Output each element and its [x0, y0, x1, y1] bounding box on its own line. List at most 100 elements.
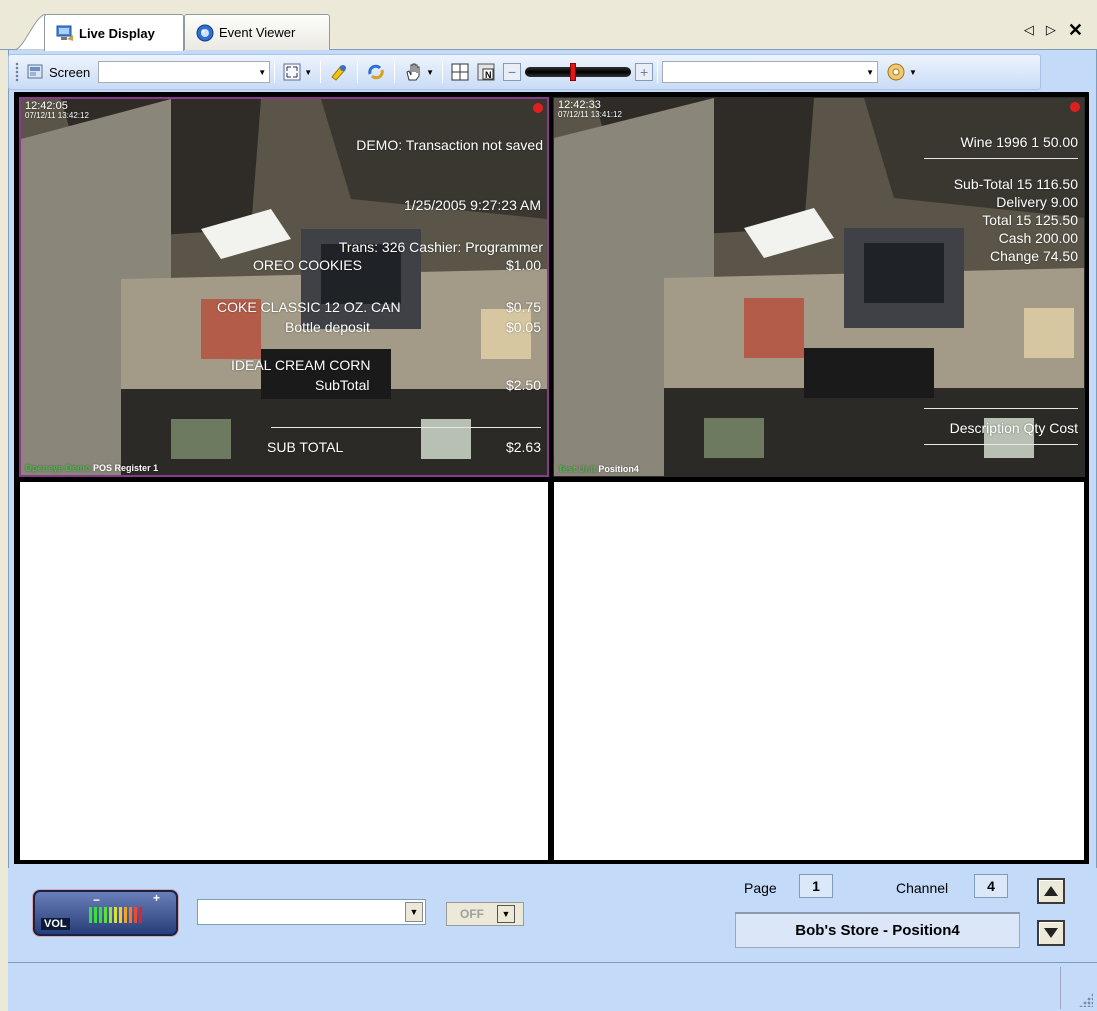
toolbar-separator — [274, 61, 276, 83]
tab-slope — [14, 14, 46, 50]
audio-off-value: OFF — [460, 907, 484, 921]
tab-controls: ◁ ▷ ✕ — [1024, 21, 1083, 39]
volume-label: VOL — [41, 918, 70, 930]
tab-close-icon[interactable]: ✕ — [1068, 21, 1083, 39]
n-layout-icon: N — [477, 63, 495, 81]
camera-date: 07/12/11 13:42:12 — [25, 111, 89, 120]
fullscreen-icon — [283, 63, 301, 81]
tab-live-display-label: Live Display — [79, 25, 155, 41]
pos-overlay-line: IDEAL CREAM CORN — [231, 357, 371, 373]
disc-button[interactable]: ▼ — [882, 59, 921, 85]
camera-name: POS Register 1 — [93, 463, 159, 473]
screen-label: Screen — [49, 64, 91, 80]
camera-cell-2[interactable]: 12:42:33 07/12/11 13:41:12 Wine 1996 1 5… — [553, 97, 1085, 477]
fullscreen-button[interactable]: ▼ — [279, 59, 316, 85]
pos-overlay-amount: $0.05 — [505, 319, 541, 335]
pos-overlay-line: SubTotal — [315, 377, 370, 393]
toolbar-separator — [394, 61, 396, 83]
chevron-down-icon: ▼ — [304, 67, 313, 77]
toolbar-grip[interactable] — [15, 62, 19, 82]
pos-overlay-line: Delivery 9.00 — [996, 194, 1078, 210]
camera-site-name: Test Unit — [558, 464, 596, 474]
pos-overlay-rule — [924, 158, 1078, 159]
channel-number: 4 — [974, 874, 1008, 898]
chevron-down-icon: ▼ — [497, 905, 515, 923]
channel-label: Channel — [896, 880, 949, 896]
hand-icon — [406, 63, 420, 81]
screen-select[interactable]: ▼ — [98, 61, 271, 83]
pos-overlay-rule — [924, 444, 1078, 445]
status-bar — [8, 962, 1097, 1011]
page-down-button[interactable] — [1037, 920, 1065, 946]
n-layout-button[interactable]: N — [473, 59, 499, 85]
pos-overlay-amount: $1.00 — [505, 257, 541, 273]
toolbar-separator — [320, 61, 322, 83]
record-indicator-icon — [1070, 102, 1080, 112]
quad-layout-button[interactable] — [447, 59, 473, 85]
event-viewer-icon — [196, 24, 214, 41]
tab-prev-icon[interactable]: ◁ — [1024, 22, 1034, 38]
pos-overlay-rule — [271, 427, 541, 428]
refresh-icon — [368, 64, 384, 80]
volume-level-meter — [89, 907, 142, 923]
pos-overlay-amount: $2.63 — [505, 439, 541, 455]
tab-next-icon[interactable]: ▷ — [1046, 22, 1056, 38]
camera-feed-image — [21, 99, 547, 475]
zoom-out-button[interactable]: − — [503, 63, 522, 81]
pos-overlay-line: SUB TOTAL — [267, 439, 344, 455]
camera-cell-1[interactable]: 12:42:05 07/12/11 13:42:12 DEMO: Transac… — [19, 97, 549, 477]
quad-layout-icon — [451, 63, 469, 81]
live-display-icon — [56, 25, 73, 41]
zoom-slider[interactable] — [525, 63, 632, 81]
toolbar: Screen ▼ ▼ ▼ N − + ▼ ▼ — [8, 54, 1041, 90]
pos-overlay-line: Bottle deposit — [285, 319, 370, 335]
disc-icon — [887, 63, 905, 81]
tab-event-viewer[interactable]: Event Viewer — [184, 14, 330, 50]
pos-overlay-line: 1/25/2005 9:27:23 AM — [404, 197, 541, 213]
chevron-down-icon: ▼ — [258, 67, 267, 77]
pos-overlay-line: Cash 200.00 — [998, 230, 1078, 246]
chevron-down-icon: ▼ — [405, 902, 423, 922]
pos-overlay-line: Total 15 125.50 — [982, 212, 1078, 228]
record-indicator-icon — [533, 103, 543, 113]
tab-live-display[interactable]: Live Display — [44, 14, 184, 51]
camera-cell-4[interactable] — [553, 481, 1085, 861]
camera-site-name: Openeye Demo — [25, 463, 91, 473]
arrow-down-icon — [1044, 928, 1058, 938]
volume-plus-icon: + — [153, 891, 161, 905]
camera-cell-3[interactable] — [19, 481, 549, 861]
hand-button[interactable]: ▼ — [399, 59, 438, 85]
volume-minus-icon: − — [93, 893, 101, 907]
refresh-button[interactable] — [362, 59, 390, 85]
volume-control[interactable]: − + VOL — [33, 890, 178, 936]
pos-overlay-amount: $0.75 — [505, 299, 541, 315]
screen-button[interactable]: Screen — [23, 59, 94, 85]
pos-overlay-line: COKE CLASSIC 12 OZ. CAN — [217, 299, 401, 315]
camera-select[interactable]: ▼ — [662, 61, 879, 83]
store-position-label: Bob's Store - Position4 — [735, 912, 1020, 948]
arrow-up-icon — [1044, 886, 1058, 896]
pan-button[interactable] — [325, 59, 353, 85]
camera-label: Test Unit Position4 — [558, 464, 639, 474]
audio-off-select[interactable]: OFF ▼ — [446, 902, 524, 926]
page-label: Page — [744, 880, 777, 896]
toolbar-separator — [657, 61, 659, 83]
zoom-slider-thumb[interactable] — [570, 63, 577, 81]
screen-icon — [27, 64, 43, 79]
camera-date: 07/12/11 13:41:12 — [558, 110, 622, 119]
page-number: 1 — [799, 874, 833, 898]
pos-overlay-line: OREO COOKIES — [253, 257, 362, 273]
page-up-button[interactable] — [1037, 878, 1065, 904]
resize-grip-icon[interactable] — [1079, 993, 1093, 1007]
tab-event-viewer-label: Event Viewer — [219, 25, 296, 40]
zoom-in-button[interactable]: + — [635, 63, 654, 81]
pos-overlay-line: Wine 1996 1 50.00 — [960, 134, 1078, 150]
tab-strip: Live Display Event Viewer ◁ ▷ ✕ — [0, 0, 1097, 51]
pos-overlay-amount: $2.50 — [505, 377, 541, 393]
chevron-down-icon: ▼ — [909, 67, 917, 77]
camera-time: 12:42:33 — [558, 99, 601, 111]
toolbar-separator — [442, 61, 444, 83]
camera-name: Position4 — [598, 464, 639, 474]
audio-source-select[interactable]: ▼ — [197, 899, 426, 925]
pos-overlay-line: DEMO: Transaction not saved — [356, 137, 543, 153]
